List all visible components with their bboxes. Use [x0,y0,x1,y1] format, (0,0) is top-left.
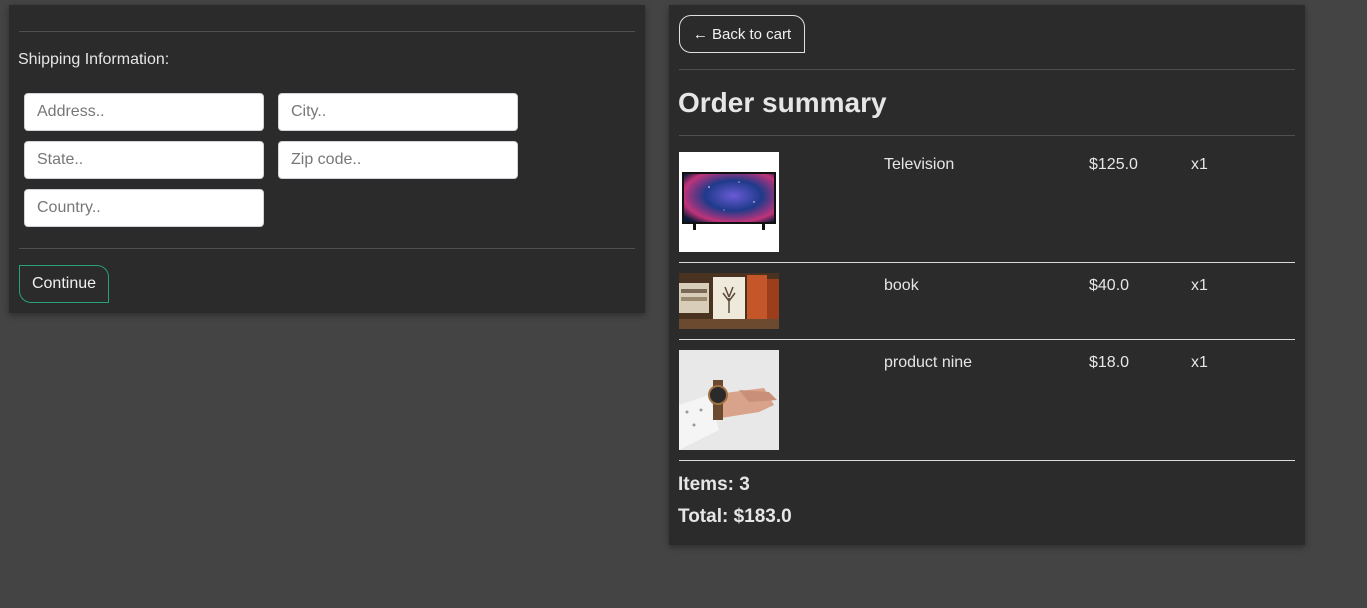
divider [19,248,635,249]
divider [679,262,1295,263]
back-to-cart-button[interactable]: ← Back to cart [679,15,805,53]
item-price: $125.0 [1089,156,1138,173]
order-total: Total: $183.0 [678,506,792,527]
item-price: $18.0 [1089,354,1130,371]
items-count: Items: 3 [678,474,750,495]
television-image [679,152,779,252]
item-name: book [884,277,919,294]
zip-code-input[interactable] [278,141,518,179]
item-price: $40.0 [1089,277,1130,294]
continue-button[interactable]: Continue [19,265,109,303]
address-input[interactable] [24,93,264,131]
city-input[interactable] [278,93,518,131]
divider [19,31,635,32]
divider [679,135,1295,136]
item-name: Television [884,156,955,173]
item-quantity: x1 [1191,156,1208,173]
country-input[interactable] [24,189,264,227]
books-image [679,273,779,329]
order-summary-panel: ← Back to cart Order summary Television … [669,5,1305,545]
shipping-panel: Shipping Information: Continue [9,5,645,313]
item-quantity: x1 [1191,354,1208,371]
order-summary-title: Order summary [678,87,887,118]
item-name: product nine [884,354,973,371]
shipping-heading: Shipping Information: [18,51,170,68]
divider [679,460,1295,461]
divider [679,339,1295,340]
item-quantity: x1 [1191,277,1208,294]
state-input[interactable] [24,141,264,179]
divider [679,69,1295,70]
wristwatch-image [679,350,779,450]
